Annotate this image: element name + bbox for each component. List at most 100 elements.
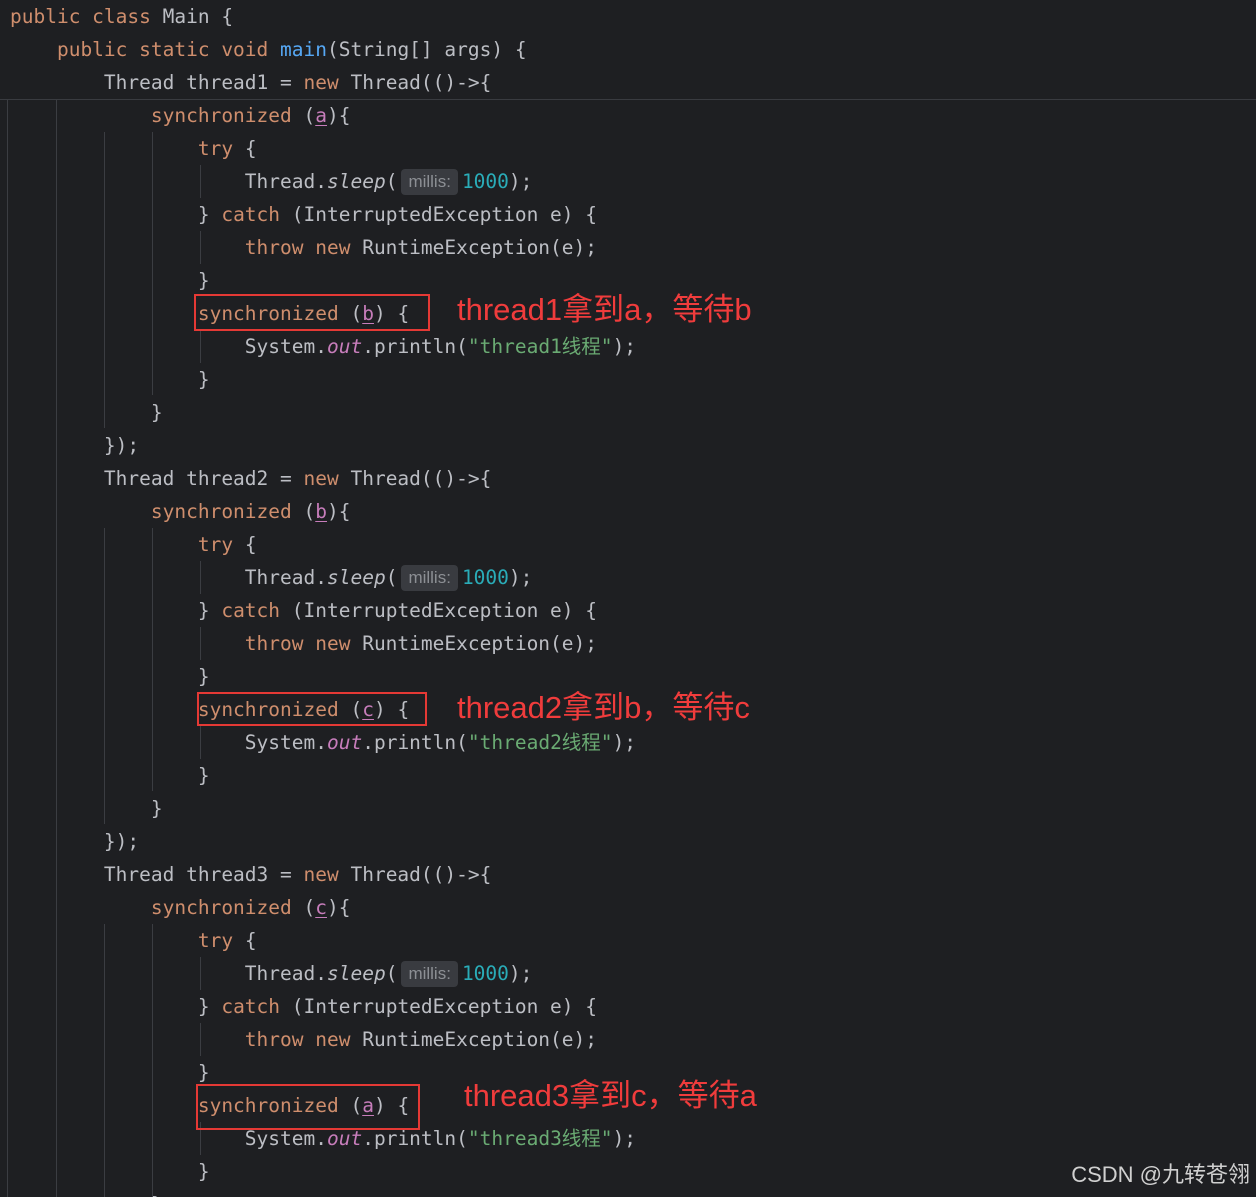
code-line[interactable]: try {	[10, 528, 257, 561]
code-token: {	[244, 929, 257, 952]
string-literal-token: "thread1线程"	[467, 335, 613, 358]
code-token: RuntimeException(e);	[362, 632, 598, 655]
keyword-token: throw new	[10, 236, 363, 259]
code-editor[interactable]: public class Main { public static void m…	[0, 0, 1256, 1197]
code-line[interactable]: Thread thread2 = new Thread(()->{	[10, 462, 491, 495]
code-token: RuntimeException(e);	[362, 1028, 598, 1051]
code-line[interactable]: synchronized (b){	[10, 495, 351, 528]
highlight-box-thread2-lock	[197, 692, 427, 726]
code-line[interactable]: public static void main(String[] args) {	[10, 33, 527, 66]
code-token: }	[10, 797, 163, 820]
static-method-token: sleep	[326, 962, 386, 985]
code-line[interactable]: Thread thread3 = new Thread(()->{	[10, 858, 491, 891]
code-line[interactable]: }	[10, 759, 210, 792]
code-line[interactable]: Thread.sleep(millis: 1000);	[10, 561, 532, 594]
annotation-thread1: thread1拿到a，等待b	[457, 292, 752, 327]
parameter-hint: millis:	[401, 961, 458, 987]
code-line[interactable]: }	[10, 396, 163, 429]
code-token: );	[508, 566, 533, 589]
code-line[interactable]: }	[10, 264, 210, 297]
code-line[interactable]: try {	[10, 924, 257, 957]
keyword-token: public class	[10, 5, 163, 28]
code-token: (InterruptedException e) {	[291, 203, 598, 226]
static-method-token: sleep	[326, 566, 386, 589]
code-token: }	[10, 764, 210, 787]
string-literal-token: "thread2线程"	[467, 731, 613, 754]
code-line[interactable]: }	[10, 1155, 210, 1188]
code-line[interactable]: public class Main {	[10, 0, 233, 33]
static-field-token: out	[326, 1127, 363, 1150]
code-line[interactable]: synchronized (c){	[10, 891, 351, 924]
code-token: System.	[10, 335, 327, 358]
code-line[interactable]: Thread thread1 = new Thread(()->{	[10, 66, 491, 99]
static-method-token: sleep	[326, 170, 386, 193]
keyword-token: synchronized	[10, 104, 304, 127]
code-token: }	[10, 995, 222, 1018]
code-line[interactable]: } catch (InterruptedException e) {	[10, 594, 597, 627]
code-token: Thread(()->{	[350, 71, 492, 94]
code-line[interactable]: Thread.sleep(millis: 1000);	[10, 165, 532, 198]
code-line[interactable]: }	[10, 1188, 163, 1197]
code-token: );	[612, 731, 637, 754]
code-token: Thread thread1 =	[10, 71, 304, 94]
keyword-token: try	[10, 533, 245, 556]
code-token: }	[10, 1061, 210, 1084]
watermark: CSDN @九转苍翎	[1071, 1162, 1250, 1187]
code-token: Thread.	[10, 962, 327, 985]
annotation-thread3: thread3拿到c，等待a	[464, 1078, 757, 1113]
code-line[interactable]: Thread.sleep(millis: 1000);	[10, 957, 532, 990]
code-token: .println(	[362, 335, 468, 358]
code-token: }	[10, 203, 222, 226]
code-line[interactable]: synchronized (a){	[10, 99, 351, 132]
code-token: Main {	[162, 5, 234, 28]
keyword-token: catch	[221, 599, 292, 622]
code-line[interactable]: System.out.println("thread1线程");	[10, 330, 636, 363]
keyword-token: throw new	[10, 1028, 363, 1051]
number-literal-token: 1000	[461, 566, 509, 589]
keyword-token: try	[10, 929, 245, 952]
code-token: System.	[10, 1127, 327, 1150]
code-token: (	[303, 896, 316, 919]
code-line[interactable]: }	[10, 1056, 210, 1089]
static-field-token: out	[326, 335, 363, 358]
code-line[interactable]: throw new RuntimeException(e);	[10, 231, 597, 264]
code-token: }	[10, 368, 210, 391]
keyword-token: public static void	[10, 38, 281, 61]
indent-guide	[7, 100, 8, 1197]
number-literal-token: 1000	[461, 962, 509, 985]
code-token: (InterruptedException e) {	[291, 995, 598, 1018]
code-line[interactable]: System.out.println("thread2线程");	[10, 726, 636, 759]
code-line[interactable]: });	[10, 825, 139, 858]
keyword-token: synchronized	[10, 896, 304, 919]
number-literal-token: 1000	[461, 170, 509, 193]
static-field-token: out	[326, 731, 363, 754]
code-line[interactable]: }	[10, 363, 210, 396]
code-line[interactable]: try {	[10, 132, 257, 165]
code-line[interactable]: });	[10, 429, 139, 462]
method-name-token: main	[280, 38, 327, 61]
string-literal-token: "thread3线程"	[467, 1127, 613, 1150]
code-line[interactable]: throw new RuntimeException(e);	[10, 1023, 597, 1056]
variable-token: c	[315, 896, 327, 919]
code-token: }	[10, 401, 163, 424]
keyword-token: new	[303, 863, 351, 886]
code-token: Thread.	[10, 566, 327, 589]
code-token: .println(	[362, 731, 468, 754]
code-line[interactable]: }	[10, 660, 210, 693]
highlight-box-thread1-lock	[194, 294, 430, 331]
code-line[interactable]: } catch (InterruptedException e) {	[10, 198, 597, 231]
code-token: }	[10, 599, 222, 622]
code-token: }	[10, 1193, 163, 1197]
keyword-token: catch	[221, 203, 292, 226]
code-token: }	[10, 1160, 210, 1183]
keyword-token: new	[303, 467, 351, 490]
keyword-token: throw new	[10, 632, 363, 655]
code-line[interactable]: }	[10, 792, 163, 825]
code-line[interactable]: throw new RuntimeException(e);	[10, 627, 597, 660]
code-token: Thread.	[10, 170, 327, 193]
code-line[interactable]: } catch (InterruptedException e) {	[10, 990, 597, 1023]
code-token: );	[612, 335, 637, 358]
variable-token: a	[315, 104, 327, 127]
code-token: (InterruptedException e) {	[291, 599, 598, 622]
code-token: Thread thread2 =	[10, 467, 304, 490]
